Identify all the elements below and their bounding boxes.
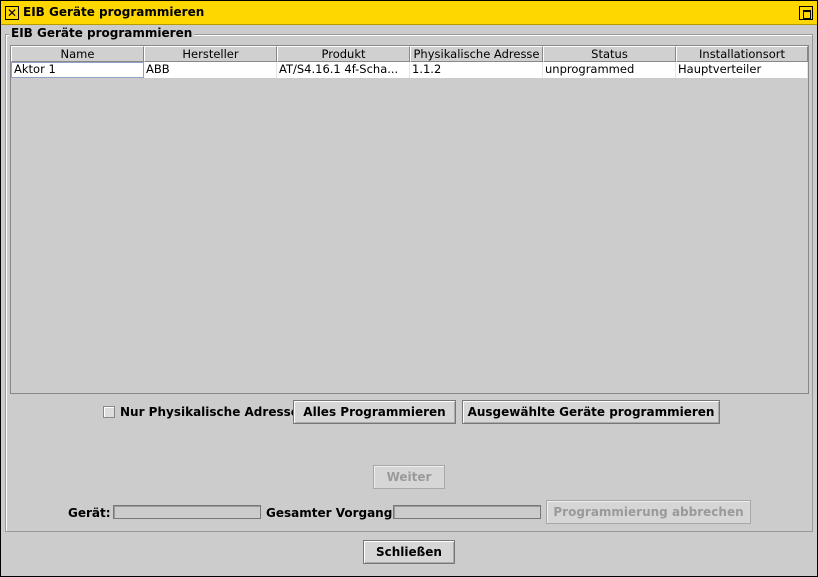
column-header-physical-address[interactable]: Physikalische Adresse: [410, 46, 543, 62]
device-progress-label: Gerät:: [68, 506, 111, 520]
window-title: EIB Geräte programmieren: [23, 5, 205, 19]
phys-only-option[interactable]: Nur Physikalische Adresse: [103, 405, 299, 419]
column-header-manufacturer[interactable]: Hersteller: [144, 46, 277, 62]
devices-table[interactable]: Name Hersteller Produkt Physikalische Ad…: [10, 45, 809, 394]
phys-only-checkbox[interactable]: [103, 406, 115, 418]
cell-physical-address[interactable]: 1.1.2: [410, 62, 543, 78]
group-legend: EIB Geräte programmieren: [9, 26, 195, 40]
cell-status[interactable]: unprogrammed: [543, 62, 676, 78]
cell-location[interactable]: Hauptverteiler: [676, 62, 808, 78]
dialog-window: ✕ EIB Geräte programmieren EIB Geräte pr…: [0, 0, 818, 577]
cell-manufacturer[interactable]: ABB: [144, 62, 277, 78]
table-header: Name Hersteller Produkt Physikalische Ad…: [11, 46, 808, 62]
program-all-button[interactable]: Alles Programmieren: [293, 400, 456, 424]
column-header-location[interactable]: Installationsort: [676, 46, 808, 62]
close-button[interactable]: Schließen: [363, 540, 455, 564]
column-header-status[interactable]: Status: [543, 46, 676, 62]
title-bar[interactable]: ✕ EIB Geräte programmieren: [1, 1, 817, 25]
cancel-programming-button[interactable]: Programmierung abbrechen: [546, 500, 751, 524]
column-header-product[interactable]: Produkt: [277, 46, 410, 62]
phys-only-label[interactable]: Nur Physikalische Adresse: [120, 405, 299, 419]
device-progress-bar: [113, 505, 261, 519]
total-progress-bar: [393, 505, 541, 519]
total-progress-label: Gesamter Vorgang:: [266, 506, 398, 520]
table-body: Aktor 1 ABB AT/S4.16.1 4f-Scha... 1.1.2 …: [11, 62, 808, 78]
program-selected-button[interactable]: Ausgewählte Geräte programmieren: [462, 400, 720, 424]
cell-name[interactable]: Aktor 1: [11, 62, 144, 78]
column-header-name[interactable]: Name: [11, 46, 144, 62]
maximize-icon[interactable]: [799, 6, 813, 20]
close-icon[interactable]: ✕: [5, 6, 19, 20]
next-button[interactable]: Weiter: [373, 465, 445, 489]
cell-product[interactable]: AT/S4.16.1 4f-Scha...: [277, 62, 410, 78]
table-row[interactable]: Aktor 1 ABB AT/S4.16.1 4f-Scha... 1.1.2 …: [11, 62, 808, 78]
